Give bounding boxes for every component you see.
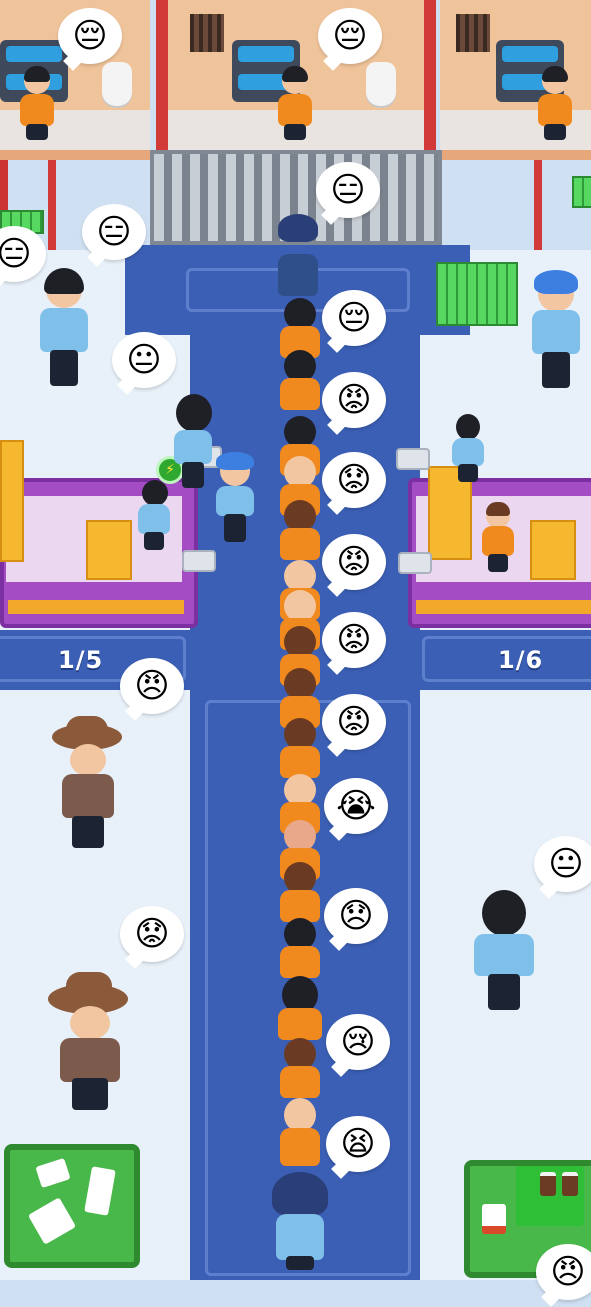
guard-right-desk[interactable] [450, 414, 486, 484]
prisoner-cell-middle[interactable] [278, 66, 312, 142]
prisoner-in-queue[interactable] [280, 350, 320, 412]
sheriff-top[interactable] [52, 716, 124, 848]
cell-window [190, 14, 224, 52]
emoji-bubble: 😡 [322, 372, 386, 428]
security-camera [396, 448, 430, 470]
desk-table [530, 520, 576, 580]
emoji-bubble: 😡 [322, 612, 386, 668]
prisoner-in-queue[interactable] [280, 1098, 320, 1170]
cash-stack-small[interactable] [572, 176, 591, 208]
queue-guard-front[interactable] [276, 214, 320, 304]
clerk-right[interactable] [480, 502, 516, 574]
emoji-bubble: 😐 [112, 332, 176, 388]
emoji-bubble: 😭 [324, 778, 388, 834]
sheriff-bottom[interactable] [48, 972, 132, 1112]
gold-stack[interactable] [0, 440, 24, 562]
guard-lightning[interactable] [172, 394, 214, 490]
toilet [366, 62, 396, 106]
cash-stack[interactable] [436, 262, 518, 326]
emoji-bubble: 😫 [326, 1116, 390, 1172]
emoji-bubble: 😢 [326, 1014, 390, 1070]
paperwork-pad[interactable] [4, 1144, 140, 1268]
queue-guard-back[interactable] [272, 1172, 328, 1272]
emoji-bubble: 😑 [82, 204, 146, 260]
guard-top-left[interactable] [38, 268, 90, 390]
emoji-bubble: 😔 [322, 290, 386, 346]
toilet [102, 62, 132, 106]
cell-window [456, 14, 490, 52]
emoji-bubble: 😠 [120, 658, 184, 714]
clerk-left[interactable] [136, 480, 172, 552]
security-camera [182, 550, 216, 572]
gate-frame-left-post [48, 160, 56, 250]
prisoner-in-queue[interactable] [280, 918, 320, 980]
prisoner-in-queue[interactable] [280, 500, 320, 562]
emoji-bubble: 😞 [324, 888, 388, 944]
prisoner-in-queue[interactable] [280, 862, 320, 924]
guard-bottom-right[interactable] [470, 890, 538, 1014]
coffee-cup-icon [540, 1172, 556, 1196]
emoji-bubble: 😠 [536, 1244, 591, 1300]
cell-pillar [156, 0, 168, 150]
right-desk-counter: 1/6 [498, 646, 544, 674]
coffee-cup-icon [562, 1172, 578, 1196]
guard-top-right[interactable] [528, 270, 584, 390]
desk-strip [8, 600, 184, 614]
guard-corridor[interactable] [214, 452, 256, 544]
emoji-bubble: 😑 [316, 162, 380, 218]
emoji-bubble: 😟 [322, 452, 386, 508]
left-desk-counter: 1/5 [58, 646, 104, 674]
emoji-bubble: 😡 [322, 534, 386, 590]
security-camera [398, 552, 432, 574]
cell-pillar [424, 0, 436, 150]
gate-frame-right-post [534, 160, 542, 250]
prisoner-cell-right[interactable] [538, 66, 572, 142]
prisoner-in-queue[interactable] [280, 718, 320, 780]
emoji-bubble: 😐 [534, 836, 591, 892]
prisoner-in-queue[interactable] [280, 1038, 320, 1100]
prisoner-in-queue[interactable] [278, 976, 322, 1042]
emoji-bubble: 😟 [120, 906, 184, 962]
emoji-bubble: 😔 [318, 8, 382, 64]
emoji-bubble: 😡 [322, 694, 386, 750]
coffee-box-icon [482, 1204, 506, 1234]
desk-strip [416, 600, 591, 614]
prisoner-cell-left[interactable] [20, 66, 54, 142]
desk-table [86, 520, 132, 580]
emoji-bubble: 😔 [58, 8, 122, 64]
